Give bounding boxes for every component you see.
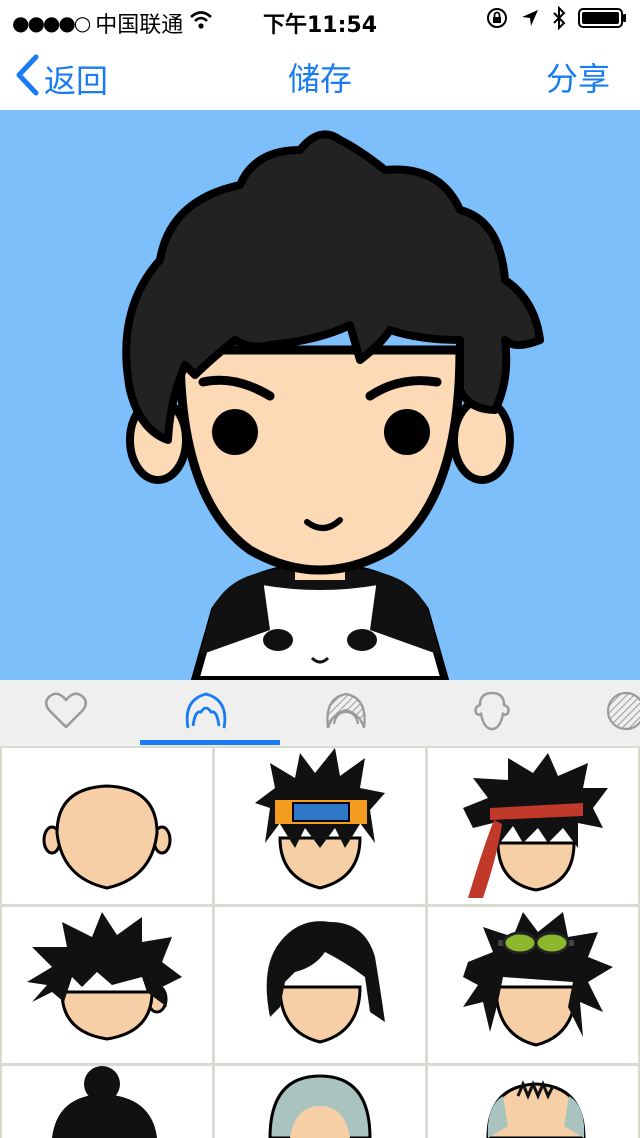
chevron-left-icon — [14, 54, 40, 104]
hair-option-spiky-headband[interactable] — [215, 748, 425, 904]
save-button[interactable]: 储存 — [288, 60, 352, 98]
category-tab-bar — [0, 680, 640, 746]
back-button[interactable]: 返回 — [14, 54, 108, 104]
share-button[interactable]: 分享 — [546, 54, 610, 100]
pattern-icon — [604, 689, 640, 737]
hair-option-side-part[interactable] — [215, 907, 425, 1063]
back-label: 返回 — [44, 62, 109, 100]
hairstyle-icon — [183, 690, 229, 736]
hair-option-wild-red-bandana[interactable] — [428, 748, 638, 904]
tab-face-shape[interactable] — [432, 680, 552, 746]
hair-option-messy-black[interactable] — [2, 907, 212, 1063]
tab-hairstyle[interactable] — [146, 680, 266, 746]
heart-icon — [44, 691, 88, 735]
avatar-illustration — [122, 130, 544, 680]
hair-option-gray-short[interactable] — [215, 1066, 425, 1138]
hair-option-gray-balding[interactable] — [428, 1066, 638, 1138]
status-bar: ●●●●○ 中国联通 下午11:54 — [0, 0, 640, 40]
face-shape-icon — [470, 689, 514, 737]
battery-icon — [578, 7, 628, 35]
avatar-preview — [0, 110, 640, 680]
navigation-bar: 返回 储存 分享 — [0, 40, 640, 110]
hair-option-spiky-goggles[interactable] — [428, 907, 638, 1063]
orientation-lock-icon — [486, 7, 508, 35]
hair-color-icon — [324, 690, 368, 736]
hair-option-bun[interactable] — [2, 1066, 212, 1138]
tab-favorites[interactable] — [6, 680, 126, 746]
tab-hair-color[interactable] — [286, 680, 406, 746]
hair-option-bald[interactable] — [2, 748, 212, 904]
status-right — [486, 5, 628, 36]
selected-tab-indicator — [140, 740, 280, 745]
bluetooth-icon — [552, 5, 566, 36]
hair-options-grid — [0, 746, 640, 1138]
tab-pattern[interactable] — [566, 680, 640, 746]
location-arrow-icon — [520, 8, 540, 34]
